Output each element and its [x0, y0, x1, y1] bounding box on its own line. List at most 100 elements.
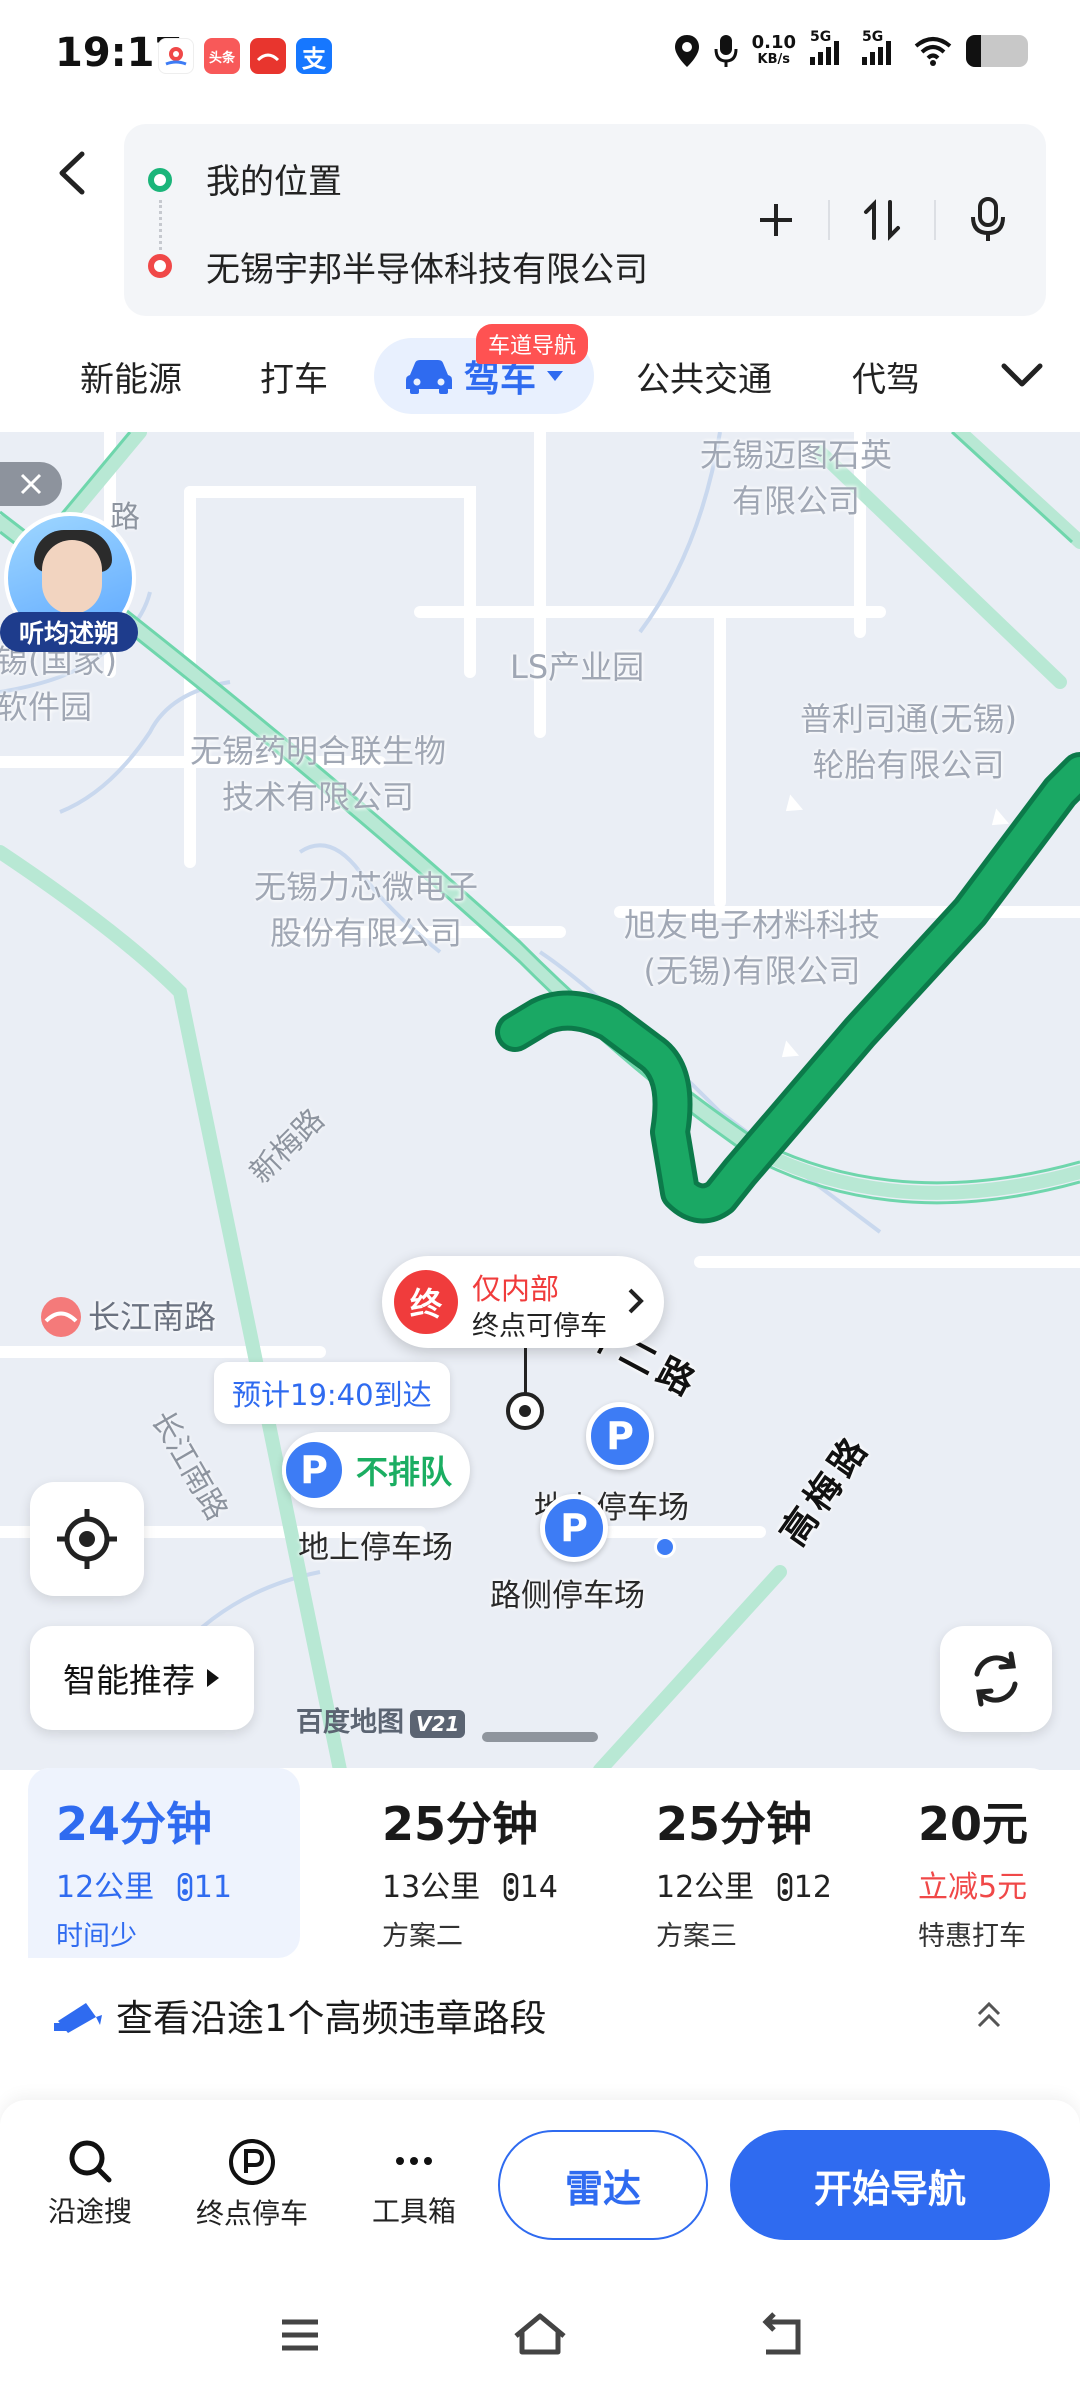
add-waypoint-button[interactable] — [738, 188, 814, 252]
tab-new-energy[interactable]: 新能源 — [80, 352, 182, 401]
parking-circle-icon — [229, 2139, 275, 2185]
end-location-field[interactable]: 无锡宇邦半导体科技有限公司 — [206, 242, 648, 291]
parking-icon: P — [282, 1438, 346, 1502]
lane-navigation-badge: 车道导航 — [476, 324, 589, 364]
poi-label-maitu[interactable]: 无锡迈图石英 有限公司 — [700, 432, 892, 524]
tab-designated-driver[interactable]: 代驾 — [852, 352, 920, 401]
route-distance-lights: 12公里 11 — [56, 1870, 232, 1905]
refresh-route-button[interactable] — [940, 1626, 1052, 1732]
map-logo: 百度地图 V21 — [296, 1700, 466, 1739]
taxi-discount: 立减5元 — [918, 1870, 1028, 1905]
route-tag: 方案二 — [382, 1921, 463, 1952]
chevron-right-icon — [628, 1288, 644, 1314]
route-card-actions — [738, 188, 1026, 252]
parking-no-queue-label: 不排队 — [356, 1453, 453, 1491]
route-time: 25分钟 — [382, 1797, 539, 1851]
taxi-offer-option[interactable]: 20元 立减5元 特惠打车 — [890, 1768, 1052, 1958]
smart-recommend-button[interactable]: 智能推荐 — [30, 1626, 254, 1730]
divider — [828, 200, 830, 240]
refresh-icon — [974, 1651, 1018, 1707]
parking-no-queue-badge[interactable]: P 不排队 — [282, 1432, 471, 1508]
alipay-app-icon: 支 — [296, 38, 332, 74]
parking-lot-label-1[interactable]: 地上停车场 — [298, 1522, 453, 1567]
poi-label-ls-park[interactable]: LS产业园 — [510, 644, 644, 690]
swap-route-button[interactable] — [844, 188, 920, 252]
route-option-2[interactable]: 25分钟 13公里 14 方案二 — [354, 1768, 604, 1958]
toolbox-button[interactable]: 工具箱 — [344, 2138, 484, 2230]
more-dots-icon — [396, 2157, 432, 2165]
avatar-face — [42, 540, 102, 614]
parking-lot-label-3[interactable]: 路侧停车场 — [490, 1570, 645, 1615]
parking-icon-2[interactable]: P — [586, 1402, 654, 1470]
route-input-card: 我的位置 无锡宇邦半导体科技有限公司 — [124, 124, 1046, 316]
destination-parking-button[interactable]: 终点停车 — [182, 2138, 322, 2232]
start-location-field[interactable]: 我的位置 — [206, 154, 342, 203]
status-app-icons: 头条 支 — [158, 38, 332, 74]
radar-button[interactable]: 雷达 — [498, 2130, 708, 2240]
traffic-light-icon — [177, 1872, 192, 1902]
start-navigation-button[interactable]: 开始导航 — [730, 2130, 1050, 2240]
network-speed: 0.10 KB/s — [751, 32, 796, 68]
metro-icon — [41, 1297, 81, 1337]
taxi-price: 20元 — [918, 1797, 1029, 1851]
travel-mode-tabs: 新能源 打车 驾车 车道导航 公共交通 代驾 — [0, 324, 1080, 426]
ad-close-button[interactable] — [0, 462, 62, 506]
route-option-1[interactable]: 24分钟 12公里 11 时间少 — [28, 1768, 300, 1958]
status-indicators: 0.10 KB/s 5G 5G — [674, 29, 1028, 68]
route-time: 24分钟 — [56, 1797, 213, 1851]
route-tag: 方案三 — [656, 1921, 737, 1952]
traffic-light-icon — [503, 1872, 518, 1902]
end-point-icon — [148, 254, 172, 278]
close-icon — [20, 473, 42, 495]
back-nav-icon[interactable] — [752, 2310, 812, 2360]
poi-label-wuxi-apptec[interactable]: 无锡药明合联生物 技术有限公司 — [190, 728, 446, 820]
route-tag: 时间少 — [56, 1921, 137, 1952]
current-location-dot — [654, 1536, 676, 1558]
destination-note: 仅内部 — [472, 1272, 560, 1306]
taxi-offer-tag: 特惠打车 — [918, 1921, 1026, 1952]
divider — [934, 200, 936, 240]
voice-input-button[interactable] — [950, 188, 1026, 252]
car-icon — [405, 360, 452, 394]
route-option-3[interactable]: 25分钟 12公里 12 方案三 — [628, 1768, 878, 1958]
maps-app-icon — [158, 38, 194, 74]
status-bar: 19:17 头条 支 0.10 KB/s 5G 5G — [0, 0, 1080, 115]
location-icon — [674, 35, 699, 67]
search-along-route-button[interactable]: 沿途搜 — [20, 2138, 160, 2230]
route-time: 25分钟 — [656, 1797, 813, 1851]
destination-parking-note: 终点可停车 — [472, 1311, 607, 1342]
crosshair-icon — [57, 1509, 117, 1569]
eta-bubble: 预计19:40到达 — [214, 1362, 450, 1424]
camera-icon — [54, 2003, 102, 2033]
back-button[interactable] — [48, 148, 98, 198]
search-icon — [69, 2140, 112, 2183]
dropdown-arrow-icon — [547, 371, 563, 381]
home-icon[interactable] — [510, 2310, 570, 2360]
toutiao-app-icon: 头条 — [204, 38, 240, 74]
destination-icon: 终 — [394, 1270, 458, 1334]
violation-notice-text: 查看沿途1个高频违章路段 — [116, 1997, 547, 2040]
map-version-badge: V21 — [410, 1710, 466, 1738]
violation-notice-row[interactable]: 查看沿途1个高频违章路段 — [52, 1980, 1032, 2050]
system-navigation-bar — [0, 2270, 1080, 2400]
poi-label-bridgestone[interactable]: 普利司通(无锡) 轮胎有限公司 — [800, 696, 1017, 788]
double-chevron-up-icon — [977, 2001, 1001, 2028]
more-tabs-chevron-icon[interactable] — [1000, 356, 1044, 396]
poi-label-lixin-micro[interactable]: 无锡力芯微电子 股份有限公司 — [254, 864, 478, 956]
map-view[interactable]: 无锡迈图石英 有限公司 LS产业园 普利司通(无锡) 轮胎有限公司 无锡药明合联… — [0, 432, 1080, 1770]
route-options-panel: 24分钟 12公里 11 时间少 25分钟 13公里 14 方案二 25分钟 1… — [28, 1768, 1052, 2098]
parking-icon-3[interactable]: P — [540, 1494, 608, 1562]
poi-label-xuyou[interactable]: 旭友电子材料科技 (无锡)有限公司 — [624, 902, 880, 994]
microphone-icon — [971, 197, 1005, 241]
destination-bubble[interactable]: 终 仅内部 终点可停车 — [382, 1256, 664, 1348]
menu-icon[interactable] — [270, 2310, 330, 2360]
locate-me-button[interactable] — [30, 1482, 144, 1596]
ad-label[interactable]: 听均述朔 — [0, 612, 138, 652]
start-point-icon — [148, 168, 172, 192]
metro-station-changjiang-nanlu[interactable]: 长江南路 — [40, 1294, 216, 1340]
wifi-icon — [914, 37, 952, 66]
route-distance-lights: 12公里 12 — [656, 1870, 832, 1905]
panel-drag-handle[interactable] — [482, 1732, 598, 1742]
tab-taxi[interactable]: 打车 — [260, 352, 328, 401]
tab-public-transit[interactable]: 公共交通 — [636, 352, 772, 401]
